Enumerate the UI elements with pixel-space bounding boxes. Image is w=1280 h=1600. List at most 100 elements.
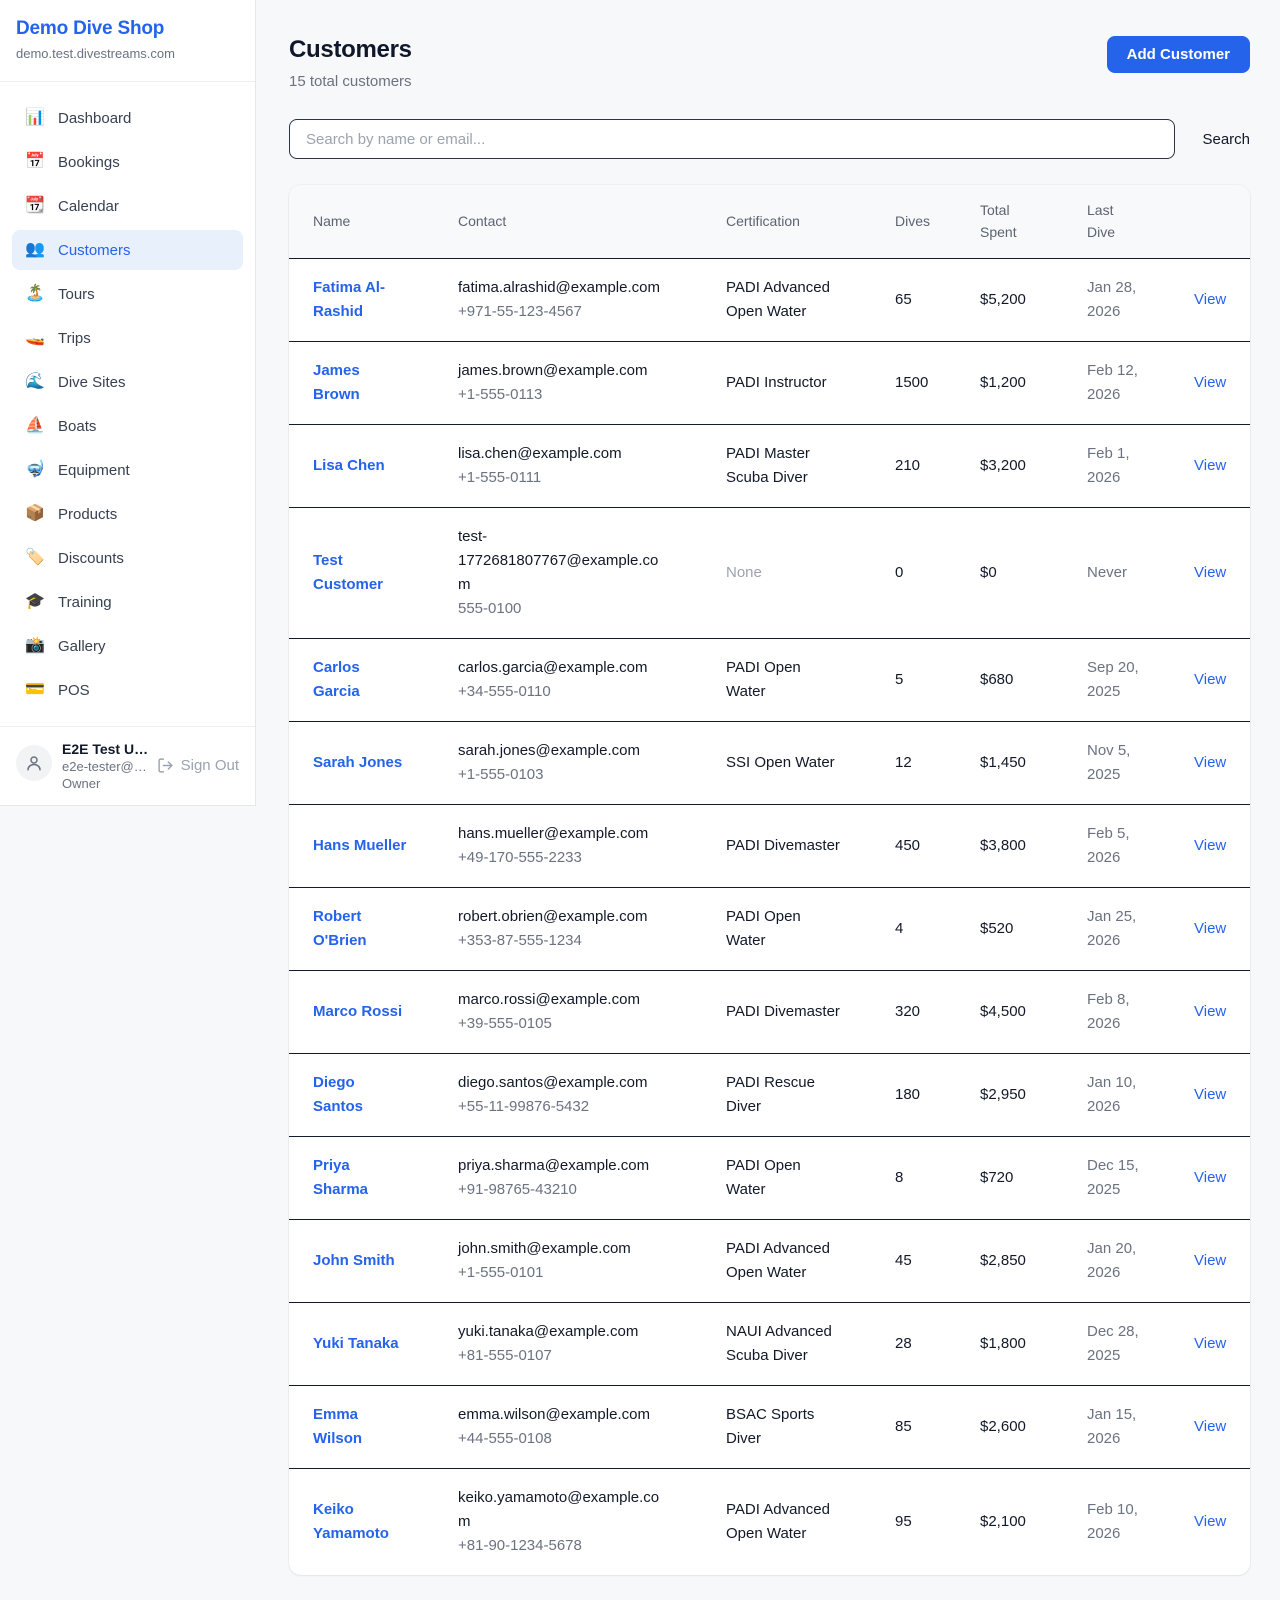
- customer-certification: PADI Master Scuba Diver: [726, 442, 842, 490]
- view-customer-link[interactable]: View: [1194, 1086, 1226, 1103]
- view-customer-link[interactable]: View: [1194, 920, 1226, 937]
- customer-certification: PADI Advanced Open Water: [726, 1498, 842, 1546]
- customer-name-link[interactable]: Robert O'Brien: [313, 905, 407, 953]
- customer-name-link[interactable]: John Smith: [313, 1249, 395, 1273]
- customer-last-dive: Feb 1, 2026: [1087, 442, 1147, 490]
- sidebar-item-equipment[interactable]: 🤿 Equipment: [12, 450, 243, 490]
- customer-name-link[interactable]: Test Customer: [313, 549, 407, 597]
- view-customer-link[interactable]: View: [1194, 1169, 1226, 1186]
- customer-total-spent: $4,500: [980, 1003, 1026, 1020]
- customer-email: fatima.alrashid@example.com: [458, 276, 670, 300]
- sidebar-item-gallery[interactable]: 📸 Gallery: [12, 626, 243, 666]
- customer-name-link[interactable]: Hans Mueller: [313, 834, 406, 858]
- sidebar-item-products[interactable]: 📦 Products: [12, 494, 243, 534]
- view-customer-link[interactable]: View: [1194, 457, 1226, 474]
- customer-name-link[interactable]: Priya Sharma: [313, 1154, 407, 1202]
- customer-last-dive: Feb 8, 2026: [1087, 988, 1147, 1036]
- customer-dives: 180: [895, 1086, 920, 1103]
- customer-phone: +353-87-555-1234: [458, 929, 670, 953]
- customer-phone: +1-555-0113: [458, 383, 670, 407]
- customer-certification: PADI Open Water: [726, 905, 842, 953]
- sidebar-item-dive-sites[interactable]: 🌊 Dive Sites: [12, 362, 243, 402]
- user-name: E2E Test U…: [62, 741, 147, 757]
- customer-count: 15 total customers: [289, 73, 412, 90]
- customer-last-dive: Dec 15, 2025: [1087, 1154, 1147, 1202]
- sidebar-item-tours[interactable]: 🏝️ Tours: [12, 274, 243, 314]
- customer-dives: 65: [895, 291, 912, 308]
- sidebar-item-label: Equipment: [58, 462, 130, 479]
- user-info: E2E Test U… e2e-tester@… Owner: [62, 741, 147, 791]
- customer-phone: +1-555-0103: [458, 763, 670, 787]
- add-customer-button[interactable]: Add Customer: [1107, 36, 1250, 73]
- sidebar-header: Demo Dive Shop demo.test.divestreams.com: [0, 0, 255, 82]
- sidebar-item-pos[interactable]: 💳 POS: [12, 670, 243, 710]
- customer-contact-cell: carlos.garcia@example.com +34-555-0110: [458, 638, 726, 721]
- view-customer-link[interactable]: View: [1194, 1252, 1226, 1269]
- customer-phone: +971-55-123-4567: [458, 300, 670, 324]
- customer-contact-cell: yuki.tanaka@example.com +81-555-0107: [458, 1302, 726, 1385]
- sidebar-item-dashboard[interactable]: 📊 Dashboard: [12, 98, 243, 138]
- sidebar-item-customers[interactable]: 👥 Customers: [12, 230, 243, 270]
- trips-icon: 🚤: [24, 330, 46, 346]
- view-customer-link[interactable]: View: [1194, 1003, 1226, 1020]
- col-name: Name: [289, 185, 458, 258]
- dive-sites-icon: 🌊: [24, 374, 46, 390]
- customer-total-spent: $720: [980, 1169, 1013, 1186]
- customer-contact-cell: james.brown@example.com +1-555-0113: [458, 341, 726, 424]
- customer-email: priya.sharma@example.com: [458, 1154, 670, 1178]
- customers-table: Name Contact Certification Dives Total S…: [289, 185, 1250, 1575]
- customer-dives: 5: [895, 671, 903, 688]
- sidebar-item-trips[interactable]: 🚤 Trips: [12, 318, 243, 358]
- view-customer-link[interactable]: View: [1194, 1335, 1226, 1352]
- customer-name-link[interactable]: Yuki Tanaka: [313, 1332, 399, 1356]
- customer-last-dive: Dec 28, 2025: [1087, 1320, 1147, 1368]
- sidebar-item-training[interactable]: 🎓 Training: [12, 582, 243, 622]
- page-title: Customers: [289, 36, 412, 64]
- customer-name-link[interactable]: Marco Rossi: [313, 1000, 402, 1024]
- customer-phone: +44-555-0108: [458, 1427, 670, 1451]
- table-row: Priya Sharma priya.sharma@example.com +9…: [289, 1136, 1250, 1219]
- customer-last-dive: Sep 20, 2025: [1087, 656, 1147, 704]
- sidebar-item-label: Dashboard: [58, 110, 131, 127]
- customer-name-link[interactable]: Diego Santos: [313, 1071, 407, 1119]
- customer-name-link[interactable]: Fatima Al-Rashid: [313, 276, 407, 324]
- customer-dives: 95: [895, 1513, 912, 1530]
- sign-out-icon: [157, 757, 174, 774]
- search-button[interactable]: Search: [1202, 131, 1250, 148]
- sidebar-item-discounts[interactable]: 🏷️ Discounts: [12, 538, 243, 578]
- search-input[interactable]: [289, 119, 1175, 159]
- customer-contact-cell: fatima.alrashid@example.com +971-55-123-…: [458, 258, 726, 341]
- sidebar-item-calendar[interactable]: 📆 Calendar: [12, 186, 243, 226]
- sidebar-item-boats[interactable]: ⛵ Boats: [12, 406, 243, 446]
- view-customer-link[interactable]: View: [1194, 564, 1226, 581]
- customer-name-link[interactable]: Lisa Chen: [313, 454, 385, 478]
- person-icon: [25, 754, 43, 772]
- customer-name-link[interactable]: Emma Wilson: [313, 1403, 407, 1451]
- customer-contact-cell: john.smith@example.com +1-555-0101: [458, 1219, 726, 1302]
- view-customer-link[interactable]: View: [1194, 291, 1226, 308]
- customer-phone: +1-555-0111: [458, 466, 670, 490]
- sidebar-item-label: POS: [58, 682, 90, 699]
- customer-name-link[interactable]: Keiko Yamamoto: [313, 1498, 407, 1546]
- customer-name-link[interactable]: Sarah Jones: [313, 751, 402, 775]
- sidebar-item-bookings[interactable]: 📅 Bookings: [12, 142, 243, 182]
- view-customer-link[interactable]: View: [1194, 1418, 1226, 1435]
- page-header: Customers 15 total customers Add Custome…: [289, 36, 1250, 90]
- view-customer-link[interactable]: View: [1194, 837, 1226, 854]
- sidebar-item-label: Bookings: [58, 154, 120, 171]
- sign-out-button[interactable]: Sign Out: [157, 757, 239, 774]
- view-customer-link[interactable]: View: [1194, 671, 1226, 688]
- customer-name-link[interactable]: James Brown: [313, 359, 407, 407]
- customer-name-link[interactable]: Carlos Garcia: [313, 656, 407, 704]
- customer-email: marco.rossi@example.com: [458, 988, 670, 1012]
- customer-total-spent: $3,200: [980, 457, 1026, 474]
- view-customer-link[interactable]: View: [1194, 754, 1226, 771]
- products-icon: 📦: [24, 506, 46, 522]
- view-customer-link[interactable]: View: [1194, 1513, 1226, 1530]
- shop-domain: demo.test.divestreams.com: [16, 46, 239, 61]
- pos-icon: 💳: [24, 682, 46, 698]
- customer-contact-cell: lisa.chen@example.com +1-555-0111: [458, 424, 726, 507]
- sidebar-nav: 📊 Dashboard 📅 Bookings 📆 Calendar 👥 Cust…: [0, 82, 255, 726]
- view-customer-link[interactable]: View: [1194, 374, 1226, 391]
- customer-contact-cell: robert.obrien@example.com +353-87-555-12…: [458, 887, 726, 970]
